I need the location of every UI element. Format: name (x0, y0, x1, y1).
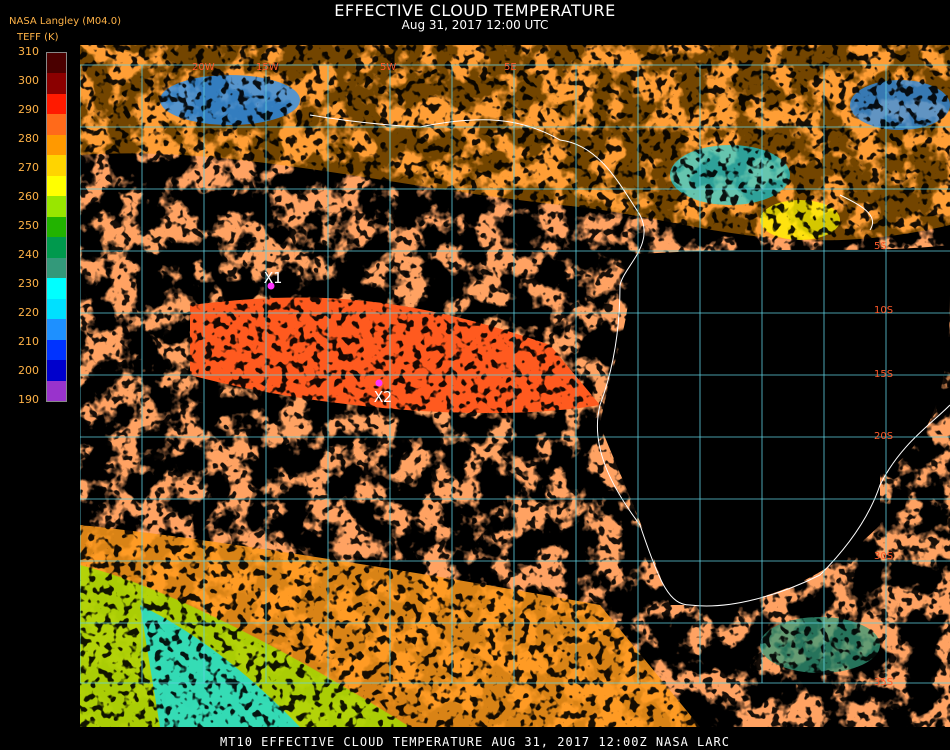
marker-x2-point[interactable] (375, 379, 383, 387)
lat-label: 20S (874, 431, 893, 442)
clear-speckle (80, 45, 950, 727)
legend-color-swatch (47, 73, 66, 94)
legend-tick: 290 (18, 103, 39, 116)
legend-color-swatch (47, 114, 66, 135)
legend-color-swatch (47, 380, 66, 401)
lat-label: 5S (874, 241, 887, 252)
legend-color-swatch (47, 319, 66, 340)
legend-color-swatch (47, 257, 66, 279)
map-subtitle: Aug 31, 2017 12:00 UTC (401, 18, 549, 32)
legend-tick: 220 (18, 306, 39, 319)
legend-tick: 190 (18, 393, 39, 406)
legend-tick: 210 (18, 335, 39, 348)
lat-label: 10S (874, 305, 893, 316)
legend-color-swatch (47, 360, 66, 381)
legend-color-swatch (47, 175, 66, 197)
legend-color-swatch (47, 339, 66, 361)
legend-color-swatch (47, 278, 66, 299)
legend-color-swatch (47, 155, 66, 176)
legend-tick: 300 (18, 74, 39, 87)
legend-tick: 250 (18, 219, 39, 232)
legend-tick: 260 (18, 190, 39, 203)
lat-label: 30S (874, 551, 893, 562)
satellite-map[interactable]: 20W 15W 5W 5E 5S 10S 15S 20S 30S 35S X1 … (80, 45, 950, 727)
legend-tick: 240 (18, 248, 39, 261)
lat-label: 15S (874, 369, 893, 380)
legend-tick: 280 (18, 132, 39, 145)
lon-label: 5E (504, 62, 517, 73)
unit-label: TEFF (K) (17, 32, 59, 43)
org-label: NASA Langley (M04.0) (9, 16, 121, 27)
color-legend-bar (46, 52, 67, 402)
legend-color-swatch (47, 53, 66, 74)
legend-tick: 230 (18, 277, 39, 290)
legend-color-swatch (47, 196, 66, 217)
footer-caption: MT10 EFFECTIVE CLOUD TEMPERATURE AUG 31,… (220, 735, 730, 749)
lon-label: 20W (192, 62, 215, 73)
marker-x1-label: X1 (264, 269, 282, 287)
lon-label: 15W (256, 62, 279, 73)
lat-label: 35S (874, 677, 893, 688)
lon-label: 5W (380, 62, 396, 73)
marker-x2-label: X2 (374, 388, 392, 406)
legend-tick: 200 (18, 364, 39, 377)
legend-color-swatch (47, 216, 66, 238)
legend-color-swatch (47, 298, 66, 320)
legend-color-swatch (47, 93, 66, 115)
legend-color-swatch (47, 134, 66, 156)
legend-tick: 270 (18, 161, 39, 174)
legend-tick: 310 (18, 45, 39, 58)
legend-color-swatch (47, 237, 66, 258)
